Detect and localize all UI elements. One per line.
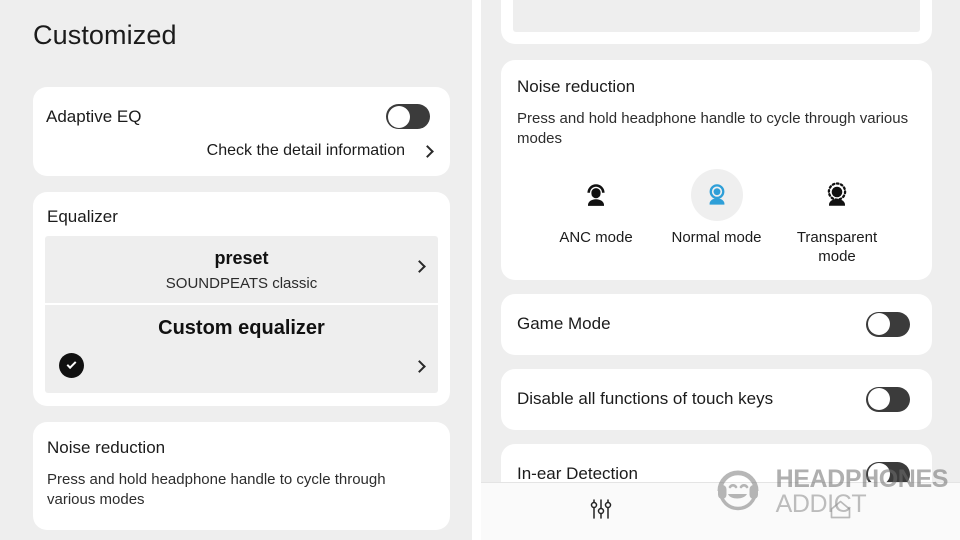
game-mode-toggle[interactable]	[866, 311, 910, 337]
right-panel-settings: Noise reduction Press and hold headphone…	[481, 0, 960, 540]
toggle-knob	[867, 388, 890, 411]
noise-reduction-card: Noise reduction Press and hold headphone…	[501, 60, 932, 280]
game-mode-label: Game Mode	[517, 314, 611, 334]
game-mode-card: Game Mode	[501, 293, 932, 355]
adaptive-eq-card: Adaptive EQ Check the detail information	[33, 87, 450, 176]
disable-touch-keys-toggle[interactable]	[866, 386, 910, 412]
noise-reduction-description: Press and hold headphone handle to cycle…	[47, 471, 386, 508]
mode-anc[interactable]: ANC mode	[541, 169, 651, 267]
toggle-knob	[867, 313, 890, 336]
home-icon	[827, 496, 854, 528]
mode-label: ANC mode	[559, 228, 633, 246]
app-screenshot: Customized Adaptive EQ Check the detail …	[0, 0, 960, 540]
equalizer-option-title: Custom equalizer	[158, 317, 325, 339]
game-mode-row[interactable]: Game Mode	[501, 294, 932, 355]
mode-normal[interactable]: Normal mode	[662, 168, 772, 267]
equalizer-card: Equalizer preset SOUNDPEATS classic Cust…	[33, 192, 450, 406]
disable-touch-keys-label: Disable all functions of touch keys	[517, 389, 774, 409]
noise-reduction-modes: ANC mode Normal mode Transparent mode	[517, 149, 916, 267]
mode-label: Normal mode	[671, 228, 762, 246]
chevron-right-icon	[421, 144, 434, 158]
adaptive-eq-label: Adaptive EQ	[46, 106, 142, 126]
noise-reduction-description: Press and hold headphone handle to cycle…	[517, 110, 909, 147]
adaptive-eq-detail-row[interactable]: Check the detail information	[33, 142, 450, 176]
panel-divider	[472, 0, 481, 540]
equalizer-card-partial	[501, 0, 932, 44]
equalizer-option-preset[interactable]: preset SOUNDPEATS classic	[45, 236, 438, 303]
equalizer-option-subtitle: SOUNDPEATS classic	[165, 275, 318, 292]
adaptive-eq-row[interactable]: Adaptive EQ	[33, 87, 450, 142]
nav-item-home[interactable]	[721, 496, 960, 528]
equalizer-option-custom[interactable]: Custom equalizer	[45, 305, 438, 393]
noise-reduction-title: Noise reduction	[517, 77, 636, 96]
page-title: Customized	[33, 20, 177, 50]
equalizer-sliders-icon	[588, 496, 614, 527]
mode-transparent[interactable]: Transparent mode	[782, 169, 892, 267]
equalizer-option-custom[interactable]	[513, 0, 920, 32]
bottom-navigation-bar	[481, 482, 960, 540]
mode-label: Transparent mode	[796, 228, 878, 266]
disable-touch-keys-row[interactable]: Disable all functions of touch keys	[501, 369, 932, 430]
disable-touch-keys-card: Disable all functions of touch keys	[501, 368, 932, 430]
equalizer-option-title: preset	[214, 248, 269, 268]
equalizer-section-title: Equalizer	[47, 207, 118, 226]
left-panel-customized: Customized Adaptive EQ Check the detail …	[0, 0, 472, 540]
toggle-knob	[387, 105, 410, 128]
noise-reduction-title: Noise reduction	[47, 438, 166, 457]
selected-check-icon	[59, 353, 84, 378]
noise-reduction-card: Noise reduction Press and hold headphone…	[33, 422, 450, 530]
adaptive-eq-toggle[interactable]	[386, 104, 430, 129]
chevron-right-icon	[413, 360, 426, 373]
anc-person-waves-icon	[570, 169, 622, 221]
nav-item-equalizer[interactable]	[481, 496, 721, 527]
normal-person-icon	[690, 168, 743, 221]
transparent-person-dotted-icon	[811, 169, 863, 221]
adaptive-eq-detail-label: Check the detail information	[206, 142, 405, 159]
